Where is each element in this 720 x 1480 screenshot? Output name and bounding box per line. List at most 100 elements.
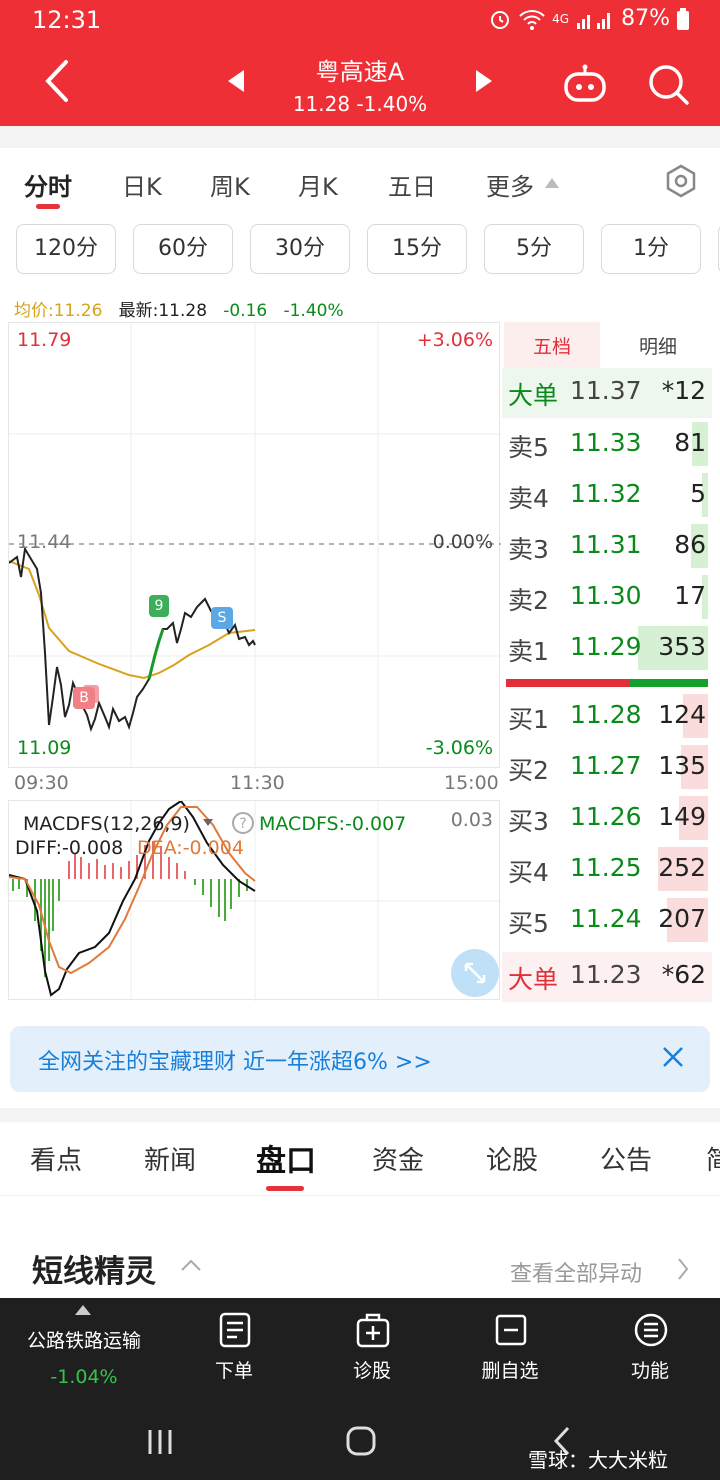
ask-level-volume: 81 [674,428,706,457]
period-5min[interactable]: 5分 [484,224,584,274]
chevron-right-icon[interactable] [676,1256,690,1282]
watermark: 雪球：大大米粒 [528,1448,668,1472]
recent-apps-icon[interactable] [146,1428,174,1456]
status-time: 12:31 [32,6,102,34]
bid-level-row[interactable]: 买5 11.24 207 [502,896,712,946]
chevron-up-icon[interactable] [180,1258,202,1272]
tab-monthly-k[interactable]: 月K [298,167,338,202]
ask-level-price: 11.33 [570,428,642,457]
status-bar: 12:31 4G 87% [0,0,720,40]
ask-level-label: 卖4 [508,484,549,513]
tab-news[interactable]: 新闻 [144,1140,196,1177]
short-term-sprite-title: 短线精灵 [32,1254,156,1290]
diagnose-stock-label: 诊股 [352,1360,391,1382]
status-icons: 4G 87% [488,6,690,31]
intraday-chart[interactable]: 11.79 +3.06% 11.44 0.00% 11.09 -3.06% 9 … [8,322,501,769]
tab-highlights[interactable]: 看点 [30,1140,82,1177]
bid-level-row[interactable]: 买4 11.25 252 [502,845,712,895]
macd-chart[interactable]: MACDFS(12,26,9) ? MACDFS:-0.007 0.03 DIF… [8,800,501,1001]
home-icon[interactable] [346,1426,376,1456]
pct-change: -1.40% [283,301,344,321]
remove-watchlist-button[interactable]: 删自选 [450,1298,570,1406]
tab-trade-detail[interactable]: 明细 [610,322,706,372]
tab-daily-k[interactable]: 日K [122,167,162,202]
ask-level-price: 11.31 [570,530,642,559]
promo-text[interactable]: 全网关注的宝藏理财 近一年涨超6% >> [38,1044,432,1076]
alarm-icon [491,10,510,29]
tab-more[interactable]: 更多 [486,167,534,202]
battery-icon [677,7,689,30]
medical-kit-icon [356,1313,390,1348]
intraday-info: 均价:11.26 最新:11.28 -0.16 -1.40% [14,296,344,321]
ask-level-price: 11.32 [570,479,642,508]
robot-assistant-icon[interactable] [562,64,608,104]
ask-level-row[interactable]: 卖1 11.29 353 [502,624,712,674]
tab-profile[interactable]: 简 [706,1140,720,1177]
big-order-label: 大单 [508,381,559,410]
signal-icon [577,12,611,29]
period-120min[interactable]: 120分 [16,224,116,274]
tab-intraday[interactable]: 分时 [24,167,72,202]
bid-level-price: 11.26 [570,802,642,831]
sector-info[interactable]: 公路铁路运输 -1.04% [14,1298,154,1406]
promo-banner[interactable]: 全网关注的宝藏理财 近一年涨超6% >> [10,1026,710,1092]
buy-signal-marker[interactable]: B [73,687,95,709]
search-icon[interactable] [646,62,690,106]
battery-text: 87% [621,6,670,31]
tab-five-day[interactable]: 五日 [388,167,436,202]
dropdown-caret-icon[interactable] [203,819,213,827]
help-icon[interactable]: ? [231,811,255,835]
close-icon[interactable] [662,1046,684,1068]
ask-level-row[interactable]: 卖5 11.33 81 [502,420,712,470]
prev-stock-icon[interactable] [228,70,244,92]
signal-9-green-marker[interactable]: 9 [149,595,169,617]
ask-level-row[interactable]: 卖4 11.32 5 [502,471,712,521]
ask-level-row[interactable]: 卖2 11.30 17 [502,573,712,623]
order-book: 五档 明细 大单 11.37 *12 卖5 11.33 81 卖4 11.32 5 卖3 11… [502,322,712,1002]
period-60min[interactable]: 60分 [133,224,233,274]
tab-weekly-k[interactable]: 周K [210,167,250,202]
big-order-buy-price: 11.23 [570,960,642,989]
bid-level-row[interactable]: 买1 11.28 124 [502,692,712,742]
expand-chart-button[interactable] [451,949,499,997]
sell-signal-marker[interactable]: S [211,607,233,629]
caret-up-icon [545,178,559,188]
bid-level-volume: 124 [658,700,706,729]
tab-five-levels[interactable]: 五档 [504,322,600,372]
time-start-label: 09:30 [14,772,69,794]
tab-funds[interactable]: 资金 [372,1140,424,1177]
bid-level-row[interactable]: 买2 11.27 135 [502,743,712,793]
tab-announcements[interactable]: 公告 [600,1140,652,1177]
functions-label: 功能 [630,1360,669,1382]
tab-order-book[interactable]: 盘口 [256,1136,316,1180]
next-stock-icon[interactable] [476,70,492,92]
back-arrow-icon[interactable] [38,58,78,104]
chart-type-tabs: 分时 日K 周K 月K 五日 更多 [0,148,720,220]
active-tab-underline [266,1186,304,1191]
sector-pct: -1.04% [50,1366,118,1388]
pct-high-label: +3.06% [416,329,493,351]
settings-hexagon-icon[interactable] [664,164,698,198]
ask-level-row[interactable]: 卖3 11.31 86 [502,522,712,572]
expand-icon [464,962,486,984]
bid-level-row[interactable]: 买3 11.26 149 [502,794,712,844]
price-mid-label: 11.44 [17,531,72,553]
period-15min[interactable]: 15分 [367,224,467,274]
stock-price-change: 11.28 -1.40% [292,92,428,116]
bid-level-price: 11.27 [570,751,642,780]
view-all-alerts-link[interactable]: 查看全部异动 [510,1256,642,1288]
period-selector: 120分 60分 30分 15分 5分 1分 [0,220,720,280]
functions-button[interactable]: 功能 [590,1298,710,1406]
period-30min[interactable]: 30分 [250,224,350,274]
avg-price: 均价:11.26 [14,301,103,321]
latest-price: 最新:11.28 [118,301,208,321]
place-order-label: 下单 [214,1360,253,1382]
bid-level-volume: 207 [658,904,706,933]
place-order-button[interactable]: 下单 [174,1298,294,1406]
period-1min[interactable]: 1分 [601,224,701,274]
big-order-buy: 大单 11.23 *62 [502,952,712,1002]
diagnose-stock-button[interactable]: 诊股 [312,1298,432,1406]
tab-discussion[interactable]: 论股 [486,1140,538,1177]
ask-level-price: 11.30 [570,581,642,610]
macd-name[interactable]: MACDFS(12,26,9) [23,813,190,835]
